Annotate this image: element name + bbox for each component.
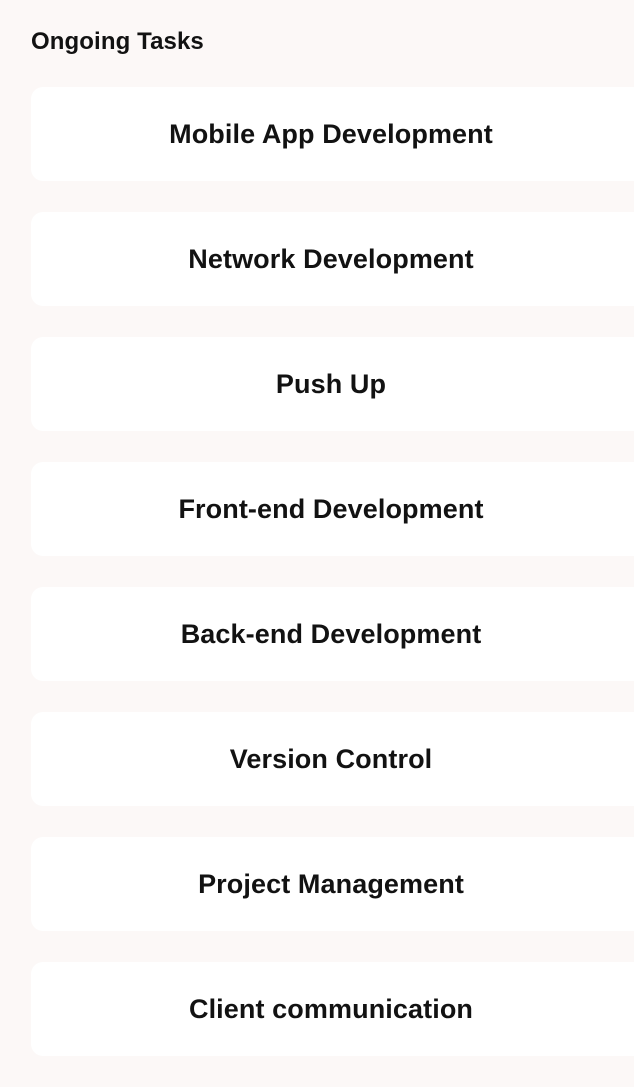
section-title: Ongoing Tasks [31,28,204,55]
task-card-network-development[interactable]: Network Development [31,212,634,306]
task-card-version-control[interactable]: Version Control [31,712,634,806]
task-card-mobile-app-development[interactable]: Mobile App Development [31,87,634,181]
task-label: Push Up [275,369,387,399]
task-card-front-end-development[interactable]: Front-end Development [31,462,634,556]
task-label: Network Development [188,244,474,274]
task-label: Mobile App Development [169,119,493,149]
task-card-project-management[interactable]: Project Management [31,837,634,931]
task-list: Mobile App Development Network Developme… [31,87,634,1087]
task-label: Client communication [188,994,474,1024]
task-label: Project Management [198,869,464,899]
task-card-push-up[interactable]: Push Up [31,337,634,431]
task-card-back-end-development[interactable]: Back-end Development [31,587,634,681]
task-label: Back-end Development [180,619,482,649]
task-card-client-communication[interactable]: Client communication [31,962,634,1056]
task-label: Version Control [229,744,433,774]
task-label: Front-end Development [178,494,484,524]
